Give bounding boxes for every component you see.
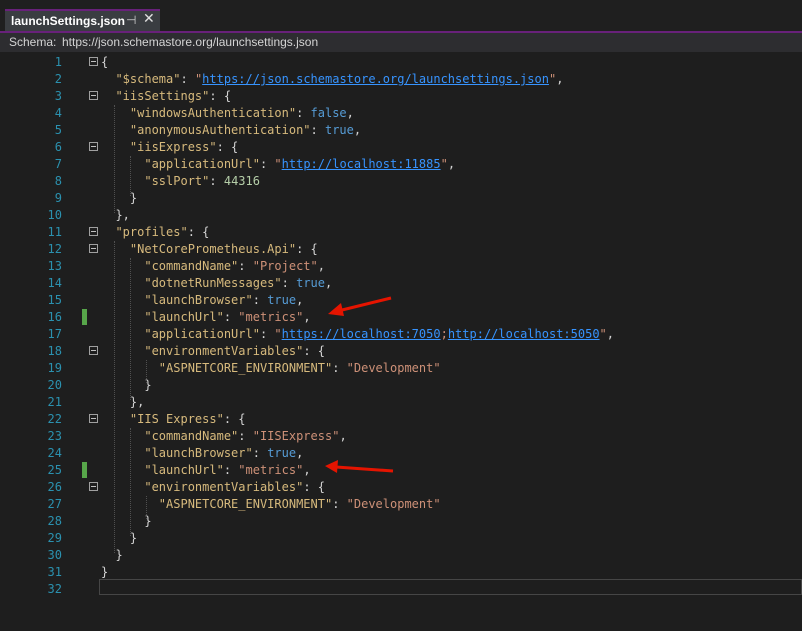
arrow-line-25: [325, 460, 394, 473]
annotation-arrows: [325, 296, 394, 473]
arrow-line-16: [328, 296, 392, 316]
